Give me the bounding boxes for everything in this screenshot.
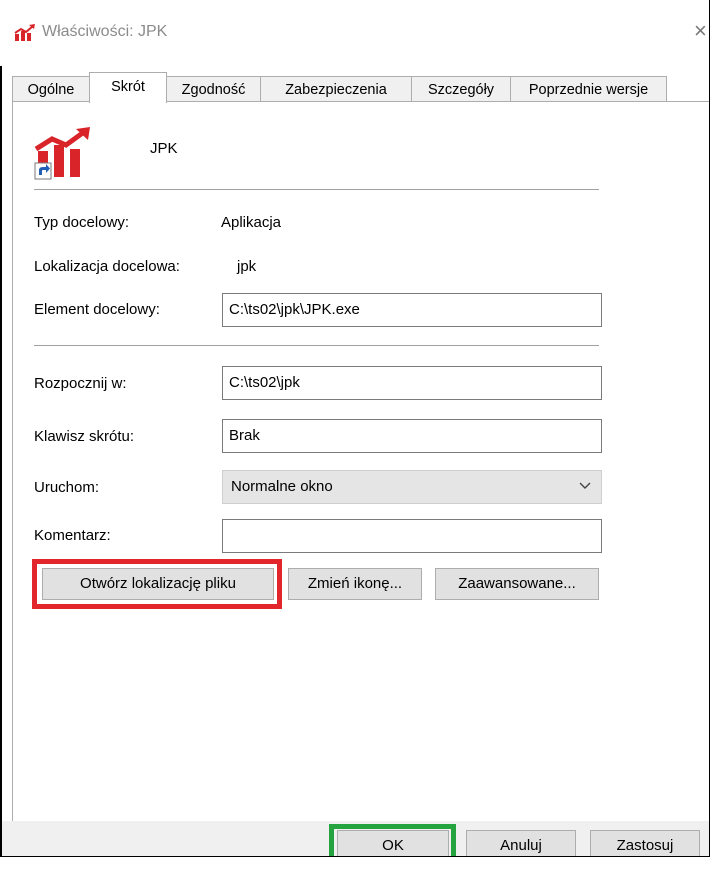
- tab-details[interactable]: Szczegóły: [411, 76, 511, 102]
- properties-dialog: Właściwości: JPK × Ogólne Skrót Zgodność…: [0, 0, 710, 857]
- highlight-box-red: [32, 559, 282, 609]
- run-label: Uruchom:: [34, 479, 100, 496]
- separator: [34, 345, 599, 346]
- window-edge: [0, 0, 2, 856]
- cancel-button[interactable]: Anuluj: [466, 830, 576, 856]
- separator: [34, 189, 599, 190]
- target-type-value: Aplikacja: [221, 214, 282, 231]
- highlight-box-green: [329, 824, 456, 856]
- comment-field[interactable]: [222, 519, 602, 553]
- target-location-label: Lokalizacja docelowa:: [34, 258, 180, 275]
- app-title-icon: [14, 24, 35, 41]
- target-label: Element docelowy:: [34, 301, 160, 318]
- shortcut-tab-panel: [12, 101, 709, 822]
- comment-label: Komentarz:: [34, 527, 111, 544]
- change-icon-button[interactable]: Zmień ikonę...: [288, 568, 422, 600]
- tab-strip: Ogólne Skrót Zgodność Zabezpieczenia Szc…: [12, 72, 709, 103]
- chart-up-arrow-icon: [34, 127, 90, 180]
- start-in-label: Rozpocznij w:: [34, 375, 127, 392]
- apply-button[interactable]: Zastosuj: [590, 830, 700, 856]
- window-title: Właściwości: JPK: [42, 23, 168, 40]
- run-dropdown-value: Normalne okno: [231, 478, 333, 495]
- target-field[interactable]: C:\ts02\jpk\JPK.exe: [222, 293, 602, 327]
- hotkey-field[interactable]: Brak: [222, 419, 602, 453]
- tab-shortcut[interactable]: Skrót: [89, 72, 167, 103]
- tab-compatibility[interactable]: Zgodność: [166, 76, 261, 102]
- run-dropdown[interactable]: Normalne okno: [222, 470, 602, 504]
- hotkey-label: Klawisz skrótu:: [34, 428, 135, 445]
- advanced-button[interactable]: Zaawansowane...: [435, 568, 599, 600]
- close-icon[interactable]: ×: [694, 20, 707, 42]
- title-bar: Właściwości: JPK ×: [0, 0, 709, 66]
- chevron-down-icon: [579, 482, 591, 489]
- shortcut-name: JPK: [150, 140, 178, 157]
- target-location-value: jpk: [237, 258, 257, 275]
- target-type-label: Typ docelowy:: [34, 214, 130, 231]
- tab-general[interactable]: Ogólne: [12, 76, 90, 102]
- tab-security[interactable]: Zabezpieczenia: [260, 76, 412, 102]
- start-in-field[interactable]: C:\ts02\jpk: [222, 366, 602, 400]
- tab-previous-versions[interactable]: Poprzednie wersje: [510, 76, 667, 102]
- shortcut-arrow-icon: [34, 162, 52, 180]
